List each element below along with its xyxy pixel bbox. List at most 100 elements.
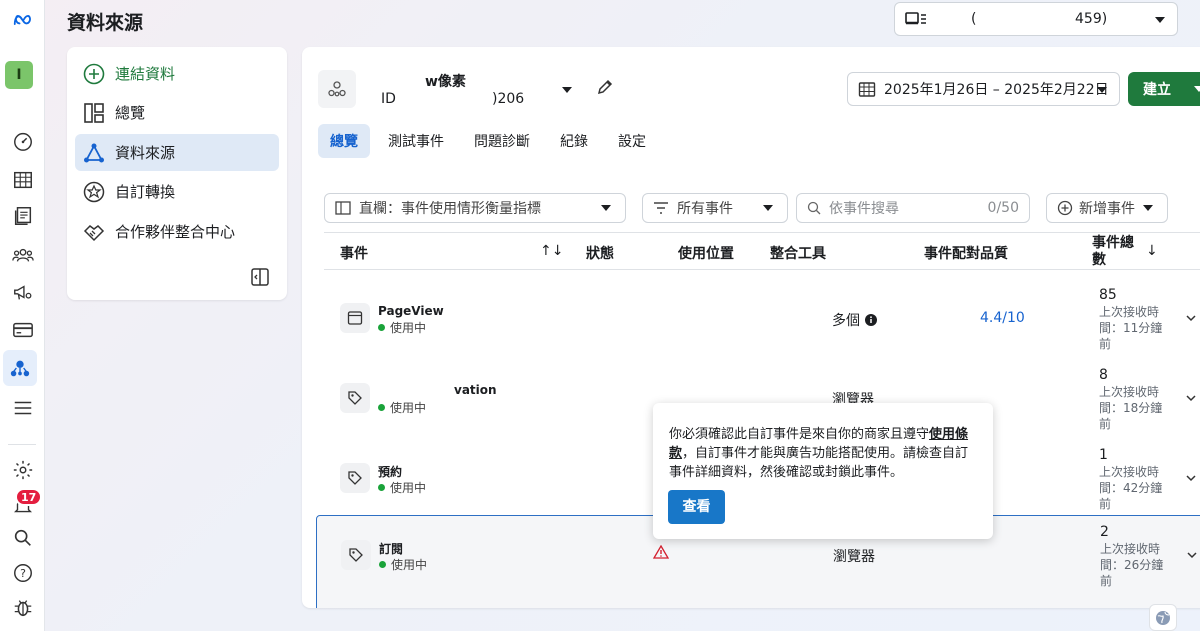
menu-icon[interactable] [0, 390, 45, 426]
header-usage[interactable]: 使用位置 [678, 243, 734, 263]
header-quality[interactable]: 事件配對品質 [924, 243, 1008, 263]
globe-icon[interactable] [1149, 604, 1177, 631]
tab-settings[interactable]: 設定 [606, 124, 658, 158]
event-name[interactable]: PageView [378, 304, 444, 318]
pixel-network-icon [318, 70, 356, 108]
chevron-down-icon[interactable] [1184, 311, 1198, 325]
chevron-down-icon[interactable] [1184, 391, 1198, 405]
filter-row: 直欄：事件使用情形衡量指標 所有事件 依事件搜尋 0/50 新增事件 [324, 193, 1200, 225]
table-icon[interactable] [0, 162, 45, 198]
event-status: 使用中 [378, 479, 426, 496]
network-icon [83, 142, 105, 164]
info-icon[interactable] [865, 314, 877, 326]
sort-arrow-down-icon[interactable]: ↓ [1146, 243, 1158, 259]
pages-icon[interactable] [0, 198, 45, 234]
header-status[interactable]: 狀態 [586, 243, 614, 263]
tab-test-events[interactable]: 測試事件 [376, 124, 456, 158]
tab-diagnostics[interactable]: 問題診斷 [462, 124, 542, 158]
date-range-label: 2025年1月26日 – 2025年2月22日 [884, 82, 1109, 98]
bug-report-icon[interactable] [0, 590, 45, 626]
megaphone-settings-icon[interactable] [0, 274, 45, 310]
chevron-down-icon [1155, 17, 1165, 23]
tag-icon [341, 540, 371, 570]
notification-badge: 17 [15, 488, 43, 506]
pixel-id: )206 [492, 91, 525, 107]
sort-icon[interactable]: ↑↓ [540, 243, 563, 259]
account-avatar[interactable]: I [5, 61, 33, 89]
meta-logo-icon[interactable] [0, 2, 45, 38]
help-icon[interactable]: ? [0, 555, 45, 591]
billing-card-icon[interactable] [0, 312, 45, 348]
status-label: 使用中 [391, 558, 428, 572]
review-button[interactable]: 查看 [668, 490, 725, 524]
nav-overview[interactable]: 總覽 [75, 94, 279, 131]
columns-icon [335, 201, 351, 215]
gear-icon[interactable] [0, 452, 45, 488]
pencil-icon[interactable] [596, 78, 614, 96]
tab-history[interactable]: 紀錄 [548, 124, 600, 158]
event-name[interactable]: vation [454, 383, 497, 397]
account-id: 459) [1075, 11, 1108, 27]
status-label: 使用中 [390, 321, 427, 335]
warning-icon[interactable] [653, 545, 669, 559]
columns-dropdown[interactable]: 直欄：事件使用情形衡量指標 [324, 193, 626, 223]
create-button[interactable]: 建立 [1128, 72, 1200, 106]
account-name: ( [971, 11, 977, 27]
quality-score[interactable]: 4.4/10 [980, 310, 1025, 326]
last-received: 上次接收時間：42分鐘前 [1099, 465, 1163, 511]
account-selector[interactable]: ( 459) [894, 2, 1178, 36]
nav-data-sources[interactable]: 資料來源 [75, 134, 279, 171]
last-received: 上次接收時間：11分鐘前 [1099, 305, 1163, 351]
status-label: 使用中 [390, 401, 427, 415]
header-event[interactable]: 事件 [340, 243, 368, 263]
side-nav: 連結資料 總覽 資料來源 自訂轉換 合作夥伴整合中心 [67, 47, 287, 300]
plus-circle-icon [1057, 200, 1073, 216]
search-placeholder: 依事件搜尋 [829, 201, 899, 217]
events-manager-icon[interactable] [3, 350, 37, 386]
page-title: 資料來源 [67, 12, 144, 34]
pixel-id-label: ID [381, 91, 396, 107]
chevron-down-icon [763, 205, 773, 211]
add-event-label: 新增事件 [1079, 201, 1135, 217]
nav-label: 自訂轉換 [115, 183, 176, 201]
chevron-down-icon[interactable] [1185, 548, 1199, 562]
nav-connect-data[interactable]: 連結資料 [75, 55, 279, 92]
audience-icon[interactable] [0, 237, 45, 273]
integration-value: 瀏覽器 [833, 549, 875, 565]
tab-bar: 總覽 測試事件 問題診斷 紀錄 設定 [318, 124, 664, 158]
event-type-dropdown[interactable]: 所有事件 [642, 193, 788, 223]
nav-label: 連結資料 [115, 65, 176, 83]
layout-icon [83, 102, 105, 124]
chevron-down-icon [601, 205, 611, 211]
chevron-down-icon[interactable] [1184, 471, 1198, 485]
nav-label: 總覽 [115, 104, 146, 122]
event-search-input[interactable]: 依事件搜尋 0/50 [796, 193, 1030, 223]
event-name[interactable]: 預約 [378, 463, 402, 480]
star-badge-icon [83, 181, 105, 203]
svg-text:?: ? [20, 567, 26, 580]
status-dot [378, 404, 385, 411]
left-rail: I 17 ? [0, 0, 45, 631]
handshake-icon [83, 221, 105, 243]
nav-custom-conversions[interactable]: 自訂轉換 [75, 173, 279, 210]
nav-label: 資料來源 [115, 144, 176, 162]
event-count: 1 [1099, 447, 1108, 463]
table-row[interactable]: PageView 使用中 多個 4.4/10 85 上次接收時間：11分鐘前 [324, 275, 1200, 355]
add-event-button[interactable]: 新增事件 [1046, 193, 1168, 223]
integration-value: 多個 [832, 310, 877, 330]
pixel-name: w像素 [425, 74, 466, 90]
custom-event-review-popup: 你必須確認此自訂事件是來自你的商家且遵守使用條款，自訂事件才能與廣告功能搭配使用… [653, 403, 993, 539]
status-label: 使用中 [390, 481, 427, 495]
collapse-panel-icon[interactable] [251, 268, 269, 286]
search-icon[interactable] [0, 520, 45, 556]
event-count: 2 [1100, 524, 1109, 540]
nav-partner-integrations[interactable]: 合作夥伴整合中心 [75, 213, 279, 250]
event-name[interactable]: 訂閱 [379, 540, 403, 557]
tab-overview[interactable]: 總覽 [318, 124, 370, 158]
event-count: 8 [1099, 367, 1108, 383]
pixel-dropdown-chevron-icon[interactable] [562, 87, 572, 93]
header-integration[interactable]: 整合工具 [770, 243, 826, 263]
header-total[interactable]: 事件總數 [1092, 235, 1144, 269]
date-range-picker[interactable]: 2025年1月26日 – 2025年2月22日 [847, 72, 1120, 106]
speedometer-icon[interactable] [0, 123, 45, 159]
